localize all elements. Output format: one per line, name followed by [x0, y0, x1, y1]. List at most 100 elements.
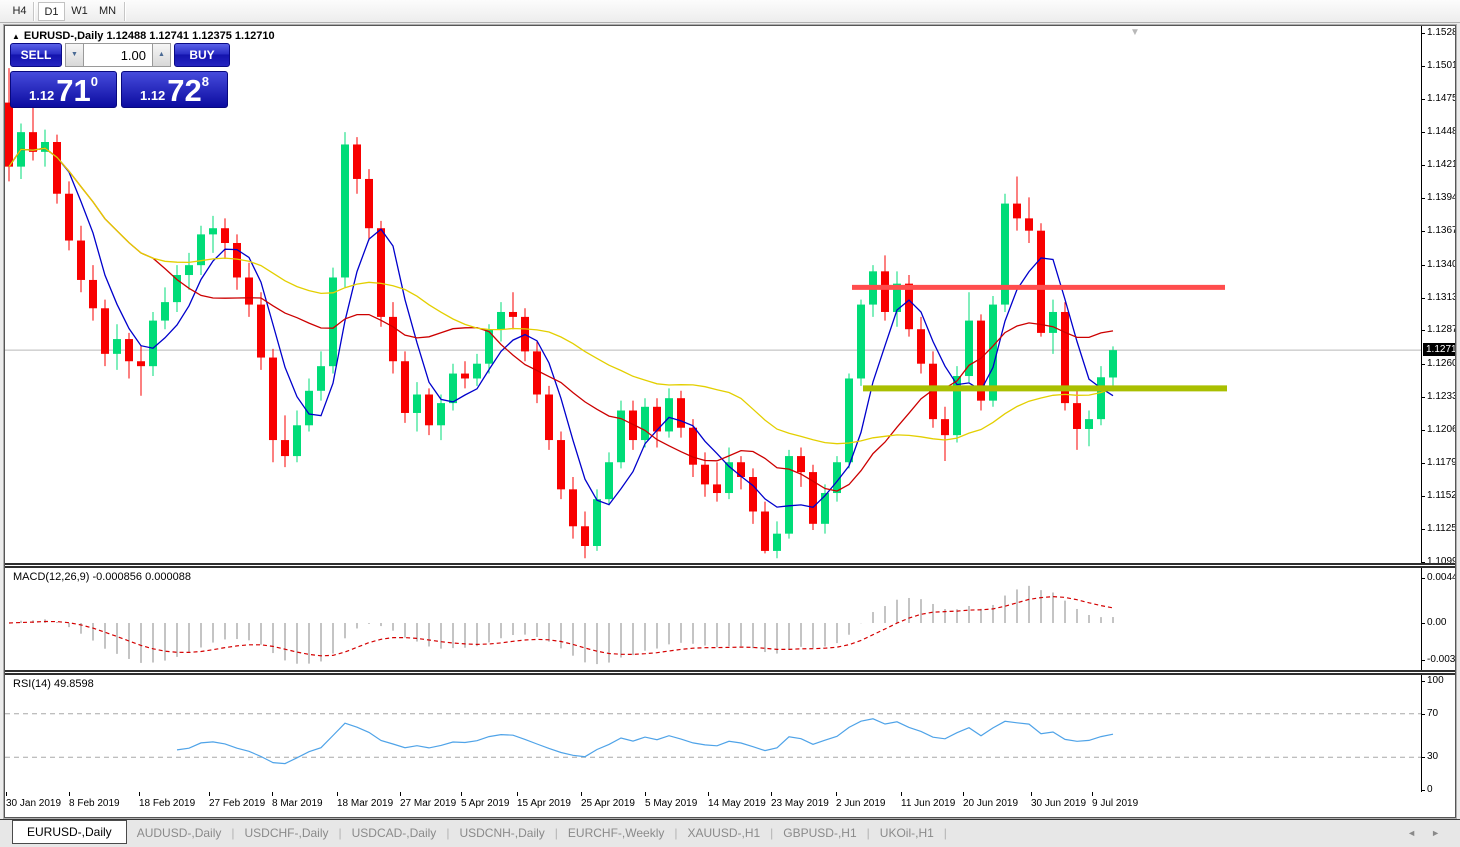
price-axis-label: 1.12600: [1427, 358, 1455, 369]
price-axis-label: 1.13675: [1427, 225, 1455, 236]
macd-axis-tick: [1421, 660, 1425, 661]
timeframe-button-d1[interactable]: D1: [38, 2, 65, 21]
price-axis-tick: [1421, 165, 1425, 166]
price-axis-tick: [1421, 463, 1425, 464]
macd-pane[interactable]: MACD(12,26,9) -0.000856 0.000088 0.00446…: [5, 568, 1455, 670]
bear-candle: [89, 280, 97, 308]
price-axis-tick: [1421, 132, 1425, 133]
bear-candle: [389, 317, 397, 361]
sell-price-pip: 0: [91, 75, 98, 88]
rsi-pane[interactable]: RSI(14) 49.8598 10070300: [5, 675, 1455, 792]
chart-tab-ukoil-h1[interactable]: UKOil-,H1: [870, 821, 944, 845]
chart-tab-xauusd-h1[interactable]: XAUUSD-,H1: [677, 821, 770, 845]
chart-tab-eurusd-daily[interactable]: EURUSD-,Daily: [12, 820, 127, 844]
bear-candle: [941, 419, 949, 435]
bull-candle: [149, 321, 157, 367]
buy-price-prefix: 1.12: [140, 88, 165, 104]
chart-tab-usdcnh-daily[interactable]: USDCNH-,Daily: [449, 821, 554, 845]
collapse-arrow-icon[interactable]: ▲: [12, 32, 20, 41]
date-tick: [400, 792, 401, 796]
date-label: 25 Apr 2019: [581, 798, 635, 809]
date-label: 27 Mar 2019: [400, 798, 456, 809]
price-axis-tick: [1421, 66, 1425, 67]
chart-tab-bar: ◄ ► EURUSD-,DailyAUDUSD-,Daily|USDCHF-,D…: [0, 819, 1460, 847]
tabs-scroll-left-icon[interactable]: ◄: [1407, 828, 1416, 838]
timeframe-button-h4[interactable]: H4: [6, 2, 33, 21]
date-label: 15 Apr 2019: [517, 798, 571, 809]
macd-axis-label: 0.00: [1427, 617, 1446, 628]
sell-price-box[interactable]: 1.12 71 0: [10, 71, 117, 108]
price-axis-tick: [1421, 529, 1425, 530]
bull-candle: [305, 391, 313, 425]
bull-candle: [437, 403, 445, 425]
buy-price-box[interactable]: 1.12 72 8: [121, 71, 228, 108]
bear-candle: [581, 526, 589, 546]
buy-button[interactable]: BUY: [174, 43, 230, 67]
bull-candle: [1109, 350, 1117, 377]
price-axis-label: 1.11255: [1427, 523, 1455, 534]
bull-candle: [341, 144, 349, 277]
bear-candle: [917, 329, 925, 363]
macd-axis-label: 0.004465: [1427, 572, 1455, 583]
bull-candle: [413, 394, 421, 412]
timeframe-toolbar: H4 D1W1MN: [0, 0, 1460, 23]
sell-button[interactable]: SELL: [10, 43, 62, 67]
bull-candle: [209, 228, 217, 234]
bear-candle: [29, 132, 37, 152]
bear-candle: [269, 358, 277, 441]
date-label: 14 May 2019: [708, 798, 766, 809]
date-axis[interactable]: 30 Jan 20198 Feb 201918 Feb 201927 Feb 2…: [5, 792, 1455, 817]
tabs-scroll-right-icon[interactable]: ►: [1431, 828, 1440, 838]
timeframe-button-w1[interactable]: W1: [66, 2, 93, 21]
date-tick: [963, 792, 964, 796]
toolbar-separator: [124, 2, 125, 21]
price-axis-tick: [1421, 99, 1425, 100]
bull-candle: [1085, 419, 1093, 429]
date-label: 2 Jun 2019: [836, 798, 886, 809]
bull-candle: [1049, 312, 1057, 333]
date-tick: [69, 792, 70, 796]
bear-candle: [1025, 218, 1033, 230]
chart-tab-gbpusd-h1[interactable]: GBPUSD-,H1: [773, 821, 866, 845]
rsi-axis-label: 70: [1427, 708, 1438, 719]
bear-candle: [137, 361, 145, 366]
bear-candle: [881, 271, 889, 312]
current-price-label: 1.12710: [1423, 343, 1455, 356]
price-axis-label: 1.13135: [1427, 292, 1455, 303]
bear-candle: [125, 339, 133, 361]
rsi-axis-label: 30: [1427, 751, 1438, 762]
chart-tab-usdcad-daily[interactable]: USDCAD-,Daily: [342, 821, 447, 845]
rsi-plot: [5, 675, 1421, 792]
date-label: 5 Apr 2019: [461, 798, 509, 809]
rsi-axis-tick: [1421, 790, 1425, 791]
bear-candle: [461, 374, 469, 379]
bear-candle: [569, 489, 577, 526]
price-axis-tick: [1421, 364, 1425, 365]
date-label: 18 Feb 2019: [139, 798, 195, 809]
macd-axis-border: [1421, 568, 1422, 670]
date-tick: [1092, 792, 1093, 796]
timeframe-button-mn[interactable]: MN: [94, 2, 121, 21]
price-axis-tick: [1421, 430, 1425, 431]
rsi-axis-label: 0: [1427, 784, 1433, 792]
one-click-trading-panel: SELL ▼ ▲ BUY 1.12 71 0 1.12 72 8: [10, 43, 232, 108]
main-chart-pane[interactable]: ▲EURUSD-,Daily 1.12488 1.12741 1.12375 1…: [5, 26, 1455, 563]
chart-tab-usdchf-daily[interactable]: USDCHF-,Daily: [235, 821, 339, 845]
bear-candle: [797, 456, 805, 472]
volume-increase-button[interactable]: ▲: [152, 43, 171, 67]
chart-tab-audusd-daily[interactable]: AUDUSD-,Daily: [127, 821, 232, 845]
bull-candle: [449, 374, 457, 404]
date-label: 20 Jun 2019: [963, 798, 1018, 809]
volume-input[interactable]: [84, 43, 152, 67]
sell-price-prefix: 1.12: [29, 88, 54, 104]
bull-candle: [785, 456, 793, 534]
bull-candle: [665, 398, 673, 431]
scroll-to-end-icon[interactable]: ▼: [1130, 27, 1140, 38]
price-axis-tick: [1421, 265, 1425, 266]
rsi-axis-tick: [1421, 714, 1425, 715]
volume-decrease-button[interactable]: ▼: [65, 43, 84, 67]
price-axis-label: 1.13945: [1427, 192, 1455, 203]
bear-candle: [77, 241, 85, 280]
bear-candle: [281, 440, 289, 456]
chart-tab-eurchf-weekly[interactable]: EURCHF-,Weekly: [558, 821, 674, 845]
